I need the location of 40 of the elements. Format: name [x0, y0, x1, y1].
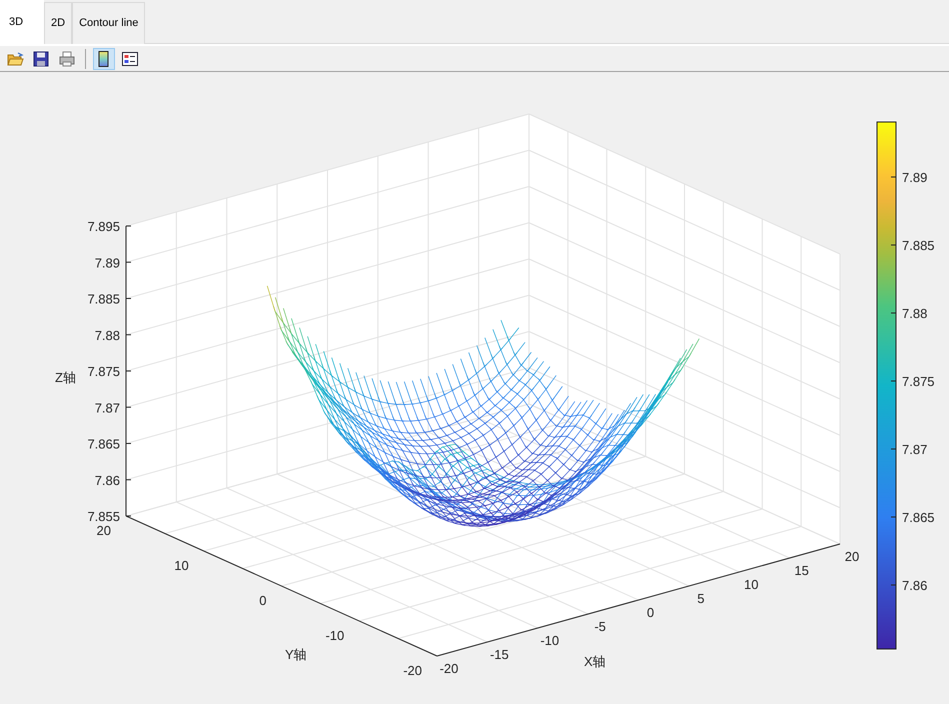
axis-label: Y轴 [285, 647, 307, 662]
colorbar-tick-label: 7.885 [902, 238, 935, 253]
tick-label: -20 [403, 663, 422, 678]
colorbar-tick-label: 7.88 [902, 306, 928, 321]
tab[interactable]: 3D [0, 0, 44, 44]
colorbar-button[interactable] [93, 48, 115, 70]
colorbar-tick-label: 7.89 [902, 170, 928, 185]
tick-label: -20 [440, 661, 458, 676]
tick-label: 20 [844, 549, 860, 564]
tick-label: 10 [744, 577, 758, 592]
tick-label: -10 [540, 633, 560, 648]
legend-icon [121, 50, 139, 68]
tick-label: 7.885 [87, 292, 120, 306]
tick-label: 7.865 [87, 436, 120, 452]
tick-label: 15 [794, 563, 809, 578]
tick-label: -5 [594, 619, 606, 634]
colorbar-tick-label: 7.87 [902, 442, 928, 457]
printer-icon [58, 50, 76, 68]
tick-label: 7.89 [94, 255, 120, 270]
tick-label: 20 [96, 523, 111, 538]
tick-label: 0 [259, 593, 266, 608]
tick-label: 7.895 [87, 219, 120, 234]
axis-label: X轴 [584, 654, 606, 669]
tick-label: 5 [697, 591, 704, 606]
tick-label: 7.875 [87, 364, 120, 379]
tick-label: 7.855 [87, 509, 120, 524]
colorbar-tick-label: 7.865 [902, 510, 935, 525]
colorbar-tick-label: 7.875 [902, 374, 935, 389]
axis-label: Z轴 [55, 370, 76, 385]
tick-label: -10 [325, 628, 344, 643]
tick-label: 0 [646, 605, 654, 620]
folder-icon [6, 50, 24, 68]
tab[interactable]: 2D [44, 2, 72, 44]
tick-label: 7.86 [94, 472, 120, 488]
tick-label: 7.88 [94, 328, 120, 343]
tick-label: -15 [490, 647, 509, 662]
colorbar-tick-label: 7.86 [902, 578, 928, 593]
tick-label: 7.87 [94, 400, 120, 416]
tab[interactable]: Contour line [72, 2, 146, 44]
tick-label: 10 [174, 558, 189, 573]
